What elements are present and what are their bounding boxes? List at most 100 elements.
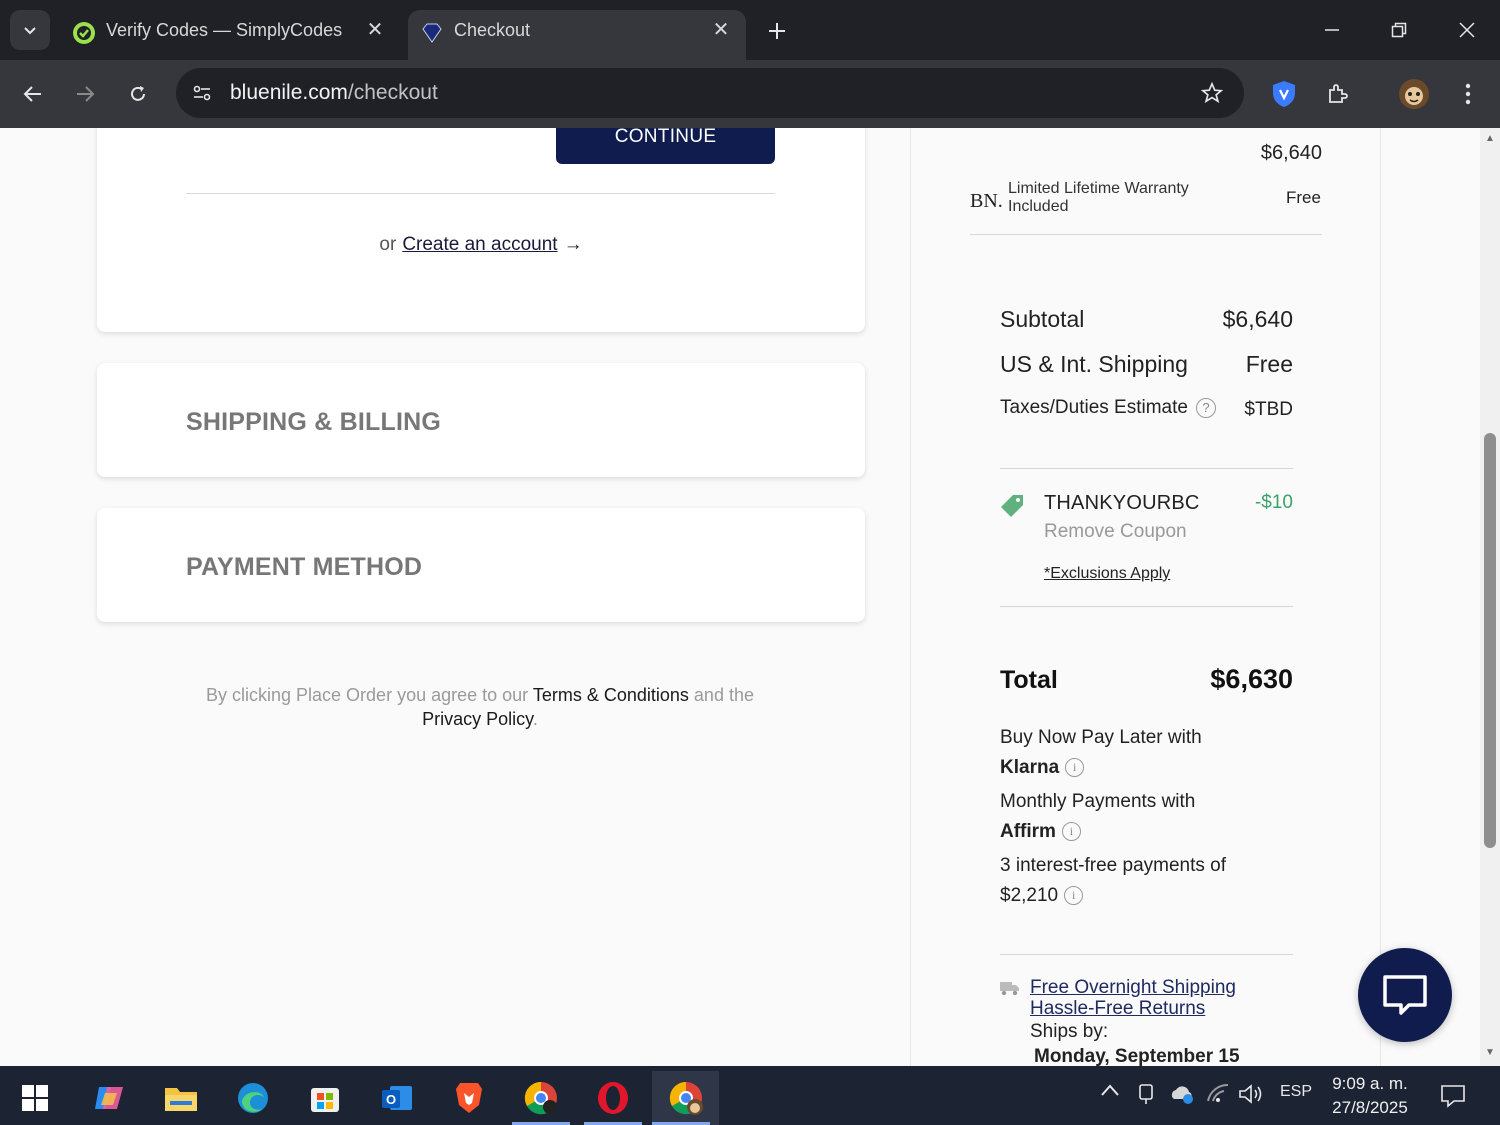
tab-title: Verify Codes — SimplyCodes xyxy=(106,20,343,40)
klarna-text: Buy Now Pay Later with xyxy=(1000,727,1202,748)
file-explorer-app[interactable] xyxy=(152,1071,210,1125)
taxes-label: Taxes/Duties Estimate xyxy=(1000,397,1188,418)
chrome-profile-2-app[interactable] xyxy=(652,1071,719,1125)
close-window-button[interactable] xyxy=(1449,12,1485,48)
input-language[interactable]: ESP xyxy=(1280,1083,1312,1101)
create-account-row: or Create an account → xyxy=(97,234,865,256)
divider xyxy=(970,234,1322,235)
windows-taskbar: O ESP 9:09 a. m. 27/8/2025 xyxy=(0,1066,1500,1125)
chrome-profile-1-app[interactable] xyxy=(512,1071,570,1125)
outlook-icon: O xyxy=(382,1086,412,1110)
arrow-left-icon xyxy=(23,86,41,102)
folder-icon xyxy=(165,1088,197,1111)
coupon-discount: -$10 xyxy=(1254,492,1293,513)
taxes-value: $TBD xyxy=(1244,399,1293,420)
back-button[interactable] xyxy=(13,74,53,114)
tab-checkout[interactable]: Checkout ✕ xyxy=(408,10,746,60)
returns-link[interactable]: Hassle-Free Returns xyxy=(1030,999,1205,1019)
scroll-up-icon[interactable]: ▲ xyxy=(1484,134,1496,144)
info-icon[interactable]: i xyxy=(1064,886,1084,906)
subtotal-value: $6,640 xyxy=(1222,306,1293,332)
divider xyxy=(1000,468,1293,469)
edge-icon xyxy=(238,1083,268,1113)
info-icon[interactable]: i xyxy=(1065,758,1085,778)
chrome-icon xyxy=(669,1081,703,1115)
site-info-icon[interactable] xyxy=(186,77,218,109)
password-manager-shield-icon[interactable] xyxy=(1266,76,1302,112)
truck-icon xyxy=(1000,982,1019,996)
onedrive-tray-icon[interactable] xyxy=(1168,1083,1196,1110)
klarna-option: Buy Now Pay Later with Klarna i xyxy=(1000,723,1290,783)
section-title: SHIPPING & BILLING xyxy=(186,408,442,436)
reload-icon xyxy=(131,86,145,101)
show-hidden-icons[interactable] xyxy=(1100,1083,1120,1102)
scroll-down-icon[interactable]: ▼ xyxy=(1484,1048,1496,1058)
usb-device-icon xyxy=(1139,1084,1153,1104)
or-label: or xyxy=(379,234,397,255)
installments-option: 3 interest-free payments of $2,210 i xyxy=(1000,851,1290,911)
total-value: $6,630 xyxy=(1210,664,1293,694)
create-account-link[interactable]: Create an account xyxy=(402,234,557,255)
opera-icon xyxy=(598,1082,628,1114)
url-path: /checkout xyxy=(347,81,438,104)
restore-button[interactable] xyxy=(1381,12,1417,48)
minimize-button[interactable] xyxy=(1314,12,1350,48)
payment-method-section[interactable]: PAYMENT METHOD xyxy=(97,508,865,622)
terms-link[interactable]: Terms & Conditions xyxy=(533,685,689,705)
bookmark-star-icon[interactable] xyxy=(1198,79,1226,107)
bluenile-diamond-icon xyxy=(422,23,442,43)
close-tab-icon[interactable]: ✕ xyxy=(364,18,386,41)
url-text: bluenile.com/checkout xyxy=(230,81,438,105)
section-title: PAYMENT METHOD xyxy=(186,553,423,581)
privacy-policy-link[interactable]: Privacy Policy xyxy=(422,709,533,729)
cloud-icon xyxy=(1171,1086,1193,1104)
divider xyxy=(186,193,775,194)
outlook-app[interactable]: O xyxy=(368,1071,426,1125)
opera-app[interactable] xyxy=(584,1071,642,1125)
installments-value: $2,210 xyxy=(1000,885,1059,906)
windows-logo-icon xyxy=(22,1085,48,1111)
copilot-icon xyxy=(95,1087,123,1109)
clock-time: 9:09 a. m. xyxy=(1332,1074,1408,1093)
continue-button[interactable]: CONTINUE xyxy=(556,128,775,164)
terms-notice: By clicking Place Order you agree to our… xyxy=(200,683,760,731)
plus-icon xyxy=(769,23,785,39)
notifications-button[interactable] xyxy=(1440,1084,1466,1113)
exclusions-link[interactable]: *Exclusions Apply xyxy=(1044,565,1170,583)
reload-button[interactable] xyxy=(118,74,158,114)
forward-button[interactable] xyxy=(65,74,105,114)
profile-avatar-icon[interactable] xyxy=(1396,76,1432,112)
page-scrollbar[interactable]: ▲ ▼ xyxy=(1480,128,1500,1066)
brave-app[interactable] xyxy=(440,1071,498,1125)
help-icon[interactable]: ? xyxy=(1195,397,1216,418)
tab-title: Checkout xyxy=(454,20,531,40)
new-tab-button[interactable] xyxy=(760,14,794,48)
remove-coupon-button[interactable]: Remove Coupon xyxy=(1044,521,1187,543)
coupon-tag-icon xyxy=(1001,495,1023,517)
clock[interactable]: 9:09 a. m. 27/8/2025 xyxy=(1318,1072,1422,1120)
device-tray-icon[interactable] xyxy=(1136,1083,1156,1110)
scroll-thumb[interactable] xyxy=(1484,433,1496,848)
copilot-app[interactable] xyxy=(80,1071,138,1125)
edge-app[interactable] xyxy=(224,1071,282,1125)
extensions-puzzle-icon[interactable] xyxy=(1320,76,1356,112)
url-domain: bluenile.com xyxy=(230,81,348,104)
tab-search-button[interactable] xyxy=(10,10,50,50)
wifi-icon xyxy=(1207,1083,1229,1102)
start-button[interactable] xyxy=(6,1071,64,1125)
store-app[interactable] xyxy=(296,1071,354,1125)
wifi-tray-icon[interactable] xyxy=(1206,1083,1230,1108)
column-divider xyxy=(910,128,911,1066)
close-tab-icon[interactable]: ✕ xyxy=(710,18,732,41)
minimize-icon xyxy=(1325,29,1339,31)
free-shipping-link[interactable]: Free Overnight Shipping xyxy=(1030,978,1236,998)
address-bar[interactable]: bluenile.com/checkout xyxy=(176,68,1244,118)
volume-tray-icon[interactable] xyxy=(1238,1083,1264,1110)
installments-text: 3 interest-free payments of xyxy=(1000,855,1226,876)
tab-verify-codes[interactable]: Verify Codes — SimplyCodes ✕ xyxy=(60,10,400,60)
shipping-billing-section[interactable]: SHIPPING & BILLING xyxy=(97,363,865,477)
browser-menu-icon[interactable] xyxy=(1450,76,1486,112)
info-icon[interactable]: i xyxy=(1061,822,1081,842)
chat-button[interactable] xyxy=(1358,948,1452,1042)
clock-date: 27/8/2025 xyxy=(1332,1098,1408,1117)
